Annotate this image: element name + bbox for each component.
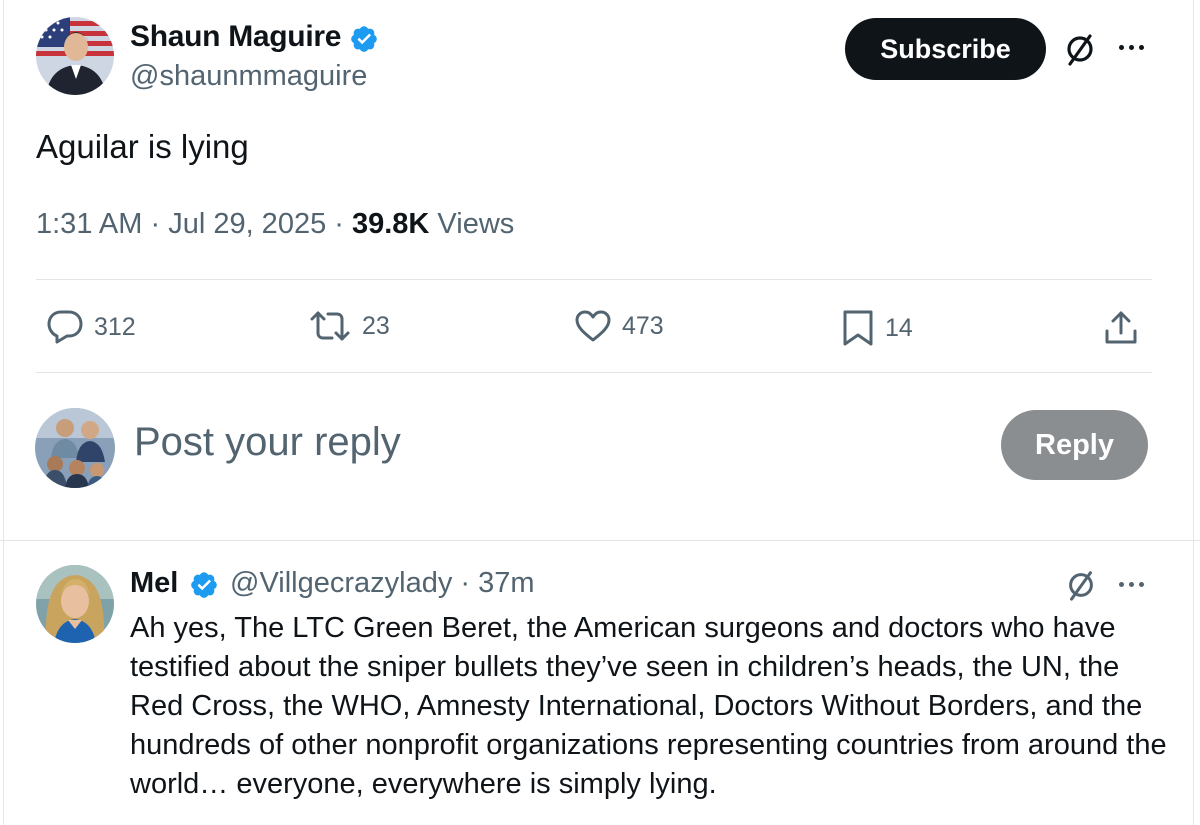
meta-separator: ·	[452, 567, 479, 599]
author-name[interactable]: Shaun Maguire	[130, 20, 341, 54]
tweet-date[interactable]: Jul 29, 2025	[168, 208, 326, 240]
tweet-meta: 1:31 AM · Jul 29, 2025 · 39.8K Views	[36, 208, 514, 241]
heart-icon	[574, 309, 612, 343]
tweet-text: Aguilar is lying	[36, 128, 249, 165]
like-action[interactable]: 473	[574, 309, 664, 343]
bookmark-count: 14	[885, 313, 913, 342]
reply-author-name[interactable]: Mel	[130, 567, 178, 599]
section-divider	[0, 540, 1200, 541]
meta-separator: ·	[142, 208, 169, 240]
subscribe-button[interactable]: Subscribe	[845, 18, 1046, 80]
reply-button[interactable]: Reply	[1001, 410, 1148, 480]
grok-icon[interactable]	[1064, 568, 1098, 607]
more-options-icon[interactable]	[1119, 45, 1144, 50]
bookmark-icon	[841, 309, 875, 347]
reply-author-avatar[interactable]	[36, 565, 114, 643]
frame-edge	[3, 0, 4, 825]
verified-badge-icon[interactable]	[189, 570, 219, 600]
divider	[36, 279, 1152, 280]
current-user-avatar[interactable]	[35, 408, 115, 488]
reply-count: 312	[94, 312, 136, 341]
more-options-icon[interactable]	[1119, 582, 1144, 587]
bookmark-action[interactable]: 14	[841, 309, 913, 347]
repost-count: 23	[362, 311, 390, 340]
views-label: Views	[429, 208, 515, 240]
author-handle[interactable]: @shaunmmaguire	[130, 60, 367, 93]
share-icon	[1102, 309, 1140, 347]
reply-action[interactable]: 312	[46, 309, 136, 345]
author-avatar[interactable]	[36, 17, 114, 95]
like-count: 473	[622, 311, 664, 340]
verified-badge-icon[interactable]	[349, 24, 379, 54]
share-action[interactable]	[1102, 309, 1140, 347]
divider	[36, 372, 1152, 373]
repost-icon	[308, 309, 352, 343]
reply-text: Ah yes, The LTC Green Beret, the America…	[130, 612, 1167, 800]
views-count: 39.8K	[351, 208, 430, 240]
meta-separator: ·	[326, 208, 352, 240]
grok-icon[interactable]	[1062, 31, 1098, 72]
frame-edge	[1193, 0, 1194, 825]
reply-time[interactable]: 37m	[478, 567, 534, 599]
reply-header: Mel	[130, 567, 178, 600]
reply-author-handle[interactable]: @Villgecrazylady	[230, 567, 452, 599]
repost-action[interactable]: 23	[308, 309, 390, 343]
reply-input[interactable]: Post your reply	[134, 420, 401, 465]
tweet-time[interactable]: 1:31 AM	[36, 208, 142, 240]
reply-icon	[46, 309, 84, 345]
reply-meta: @Villgecrazylady · 37m	[230, 567, 535, 600]
